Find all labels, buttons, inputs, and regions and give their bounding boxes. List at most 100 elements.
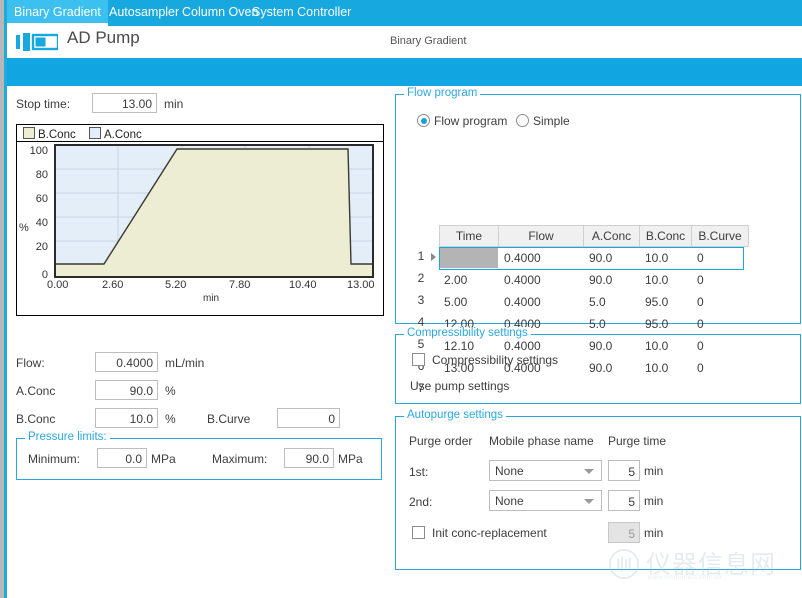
cell-bconc[interactable]: 10.0 (640, 248, 692, 270)
legend-swatch-bconc (23, 127, 35, 139)
col-header-bcurve[interactable]: B.Curve (692, 225, 749, 247)
init-conc-replacement-checkbox[interactable] (412, 526, 425, 539)
init-conc-replacement-label: Init conc-replacement (432, 526, 547, 540)
autopurge-row2-time-input[interactable]: 5 (608, 490, 640, 511)
pressure-max-input[interactable]: 90.0 (284, 448, 334, 468)
pressure-max-unit: MPa (338, 452, 363, 466)
chart-canvas (54, 144, 374, 278)
cell-flow[interactable]: 0.4000 (499, 248, 584, 270)
row-number: 2 (417, 271, 425, 285)
chevron-down-icon (584, 469, 594, 474)
compressibility-checkbox-label: Compressibility settings (432, 353, 559, 367)
autopurge-group: Autopurge settings Purge order Mobile ph… (395, 409, 801, 570)
autopurge-row2-phase-select[interactable]: None (489, 490, 602, 511)
bconc-label: B.Conc (16, 412, 56, 426)
row-number: 1 (417, 249, 425, 263)
autopurge-row1-time-unit: min (644, 464, 664, 478)
chart-xtick-13.00: 13.00 (347, 279, 375, 291)
autopurge-row2-order: 2nd: (409, 495, 433, 509)
mode-label: Binary Gradient (390, 35, 467, 47)
pressure-min-input[interactable]: 0.0 (97, 448, 147, 468)
row-selector-marker (431, 253, 436, 261)
cell-time[interactable]: 5.00 (439, 292, 467, 314)
compressibility-checkbox[interactable] (412, 353, 425, 366)
pump-icon (16, 33, 58, 51)
cell-aconc[interactable]: 5.0 (584, 314, 606, 336)
col-header-flow[interactable]: Flow (499, 225, 584, 247)
radio-simple[interactable] (516, 114, 529, 127)
col-header-aconc[interactable]: A.Conc (584, 225, 640, 247)
autopurge-row1-phase-select[interactable]: None (489, 460, 602, 481)
cell-aconc[interactable]: 90.0 (584, 270, 612, 292)
cell-bcurve[interactable]: 0 (692, 270, 704, 292)
bconc-unit: % (165, 412, 176, 426)
compressibility-note: Use pump settings (410, 379, 510, 393)
cell-bcurve[interactable]: 0 (692, 314, 704, 336)
bconc-input[interactable]: 10.0 (95, 408, 158, 428)
autopurge-row2-phase-value: None (495, 494, 524, 508)
legend-item-bconc[interactable]: B.Conc (23, 127, 76, 141)
legend-label-aconc: A.Conc (104, 129, 142, 141)
autopurge-row2-time-unit: min (644, 494, 664, 508)
compressibility-title: Compressibility settings (404, 327, 531, 339)
radio-flow-program[interactable] (417, 114, 430, 127)
col-header-bconc[interactable]: B.Conc (640, 225, 692, 247)
col-header-time[interactable]: Time (439, 225, 499, 247)
radio-simple-label: Simple (533, 114, 570, 128)
autopurge-title: Autopurge settings (404, 409, 506, 421)
pressure-limits-group: Pressure limits: Minimum: 0.0 MPa Maximu… (16, 431, 382, 480)
chart-plot-wrapper: 100 80 60 40 20 0 % 0.00 2.60 5.20 7.80 … (17, 143, 383, 314)
chart-xtick-2.60: 2.60 (102, 279, 124, 291)
autopurge-col-time: Purge time (608, 434, 667, 448)
pressure-min-unit: MPa (151, 452, 176, 466)
cell-bconc[interactable]: 95.0 (640, 292, 668, 314)
gradient-chart: B.Conc A.Conc 100 80 60 40 20 0 % 0.00 2… (16, 124, 384, 316)
stop-time-input[interactable]: 13.00 (92, 93, 157, 113)
cell-flow[interactable]: 0.4000 (499, 270, 541, 292)
autopurge-col-phase: Mobile phase name (489, 434, 594, 448)
init-conc-time-unit: min (644, 526, 664, 540)
tab-bar: Binary Gradient Autosampler Column Oven … (7, 0, 802, 26)
chart-xtick-5.20: 5.20 (165, 279, 187, 291)
status-banner (7, 58, 802, 86)
cell-time[interactable]: 2.00 (439, 270, 467, 292)
aconc-label: A.Conc (16, 384, 56, 398)
aconc-unit: % (165, 384, 176, 398)
tab-autosampler[interactable]: Autosampler (102, 0, 186, 26)
cell-aconc[interactable]: 5.0 (584, 292, 606, 314)
flow-program-title: Flow program (404, 87, 481, 99)
tab-binary-gradient[interactable]: Binary Gradient (7, 0, 108, 26)
row-number: 3 (417, 293, 425, 307)
legend-label-bconc: B.Conc (38, 129, 76, 141)
cell-bcurve[interactable]: 0 (692, 292, 704, 314)
main-content: Stop time: 13.00 min B.Conc A.Conc 100 8… (7, 86, 802, 598)
cell-bcurve[interactable]: 0 (692, 248, 749, 270)
autopurge-row1-phase-value: None (495, 464, 524, 478)
bcurve-input[interactable]: 0 (277, 408, 340, 428)
autopurge-row1-order: 1st: (409, 465, 429, 479)
legend-swatch-aconc (89, 127, 101, 139)
chart-legend: B.Conc A.Conc (17, 125, 383, 142)
pressure-max-label: Maximum: (212, 452, 268, 466)
pressure-limits-title: Pressure limits: (25, 431, 110, 443)
aconc-input[interactable]: 90.0 (95, 380, 158, 400)
cell-aconc[interactable]: 90.0 (584, 248, 640, 270)
cell-time[interactable] (439, 248, 499, 270)
stop-time-label: Stop time: (16, 97, 71, 111)
chart-x-axis-label: min (203, 293, 220, 304)
stop-time-unit: min (164, 97, 184, 111)
legend-item-aconc[interactable]: A.Conc (89, 127, 142, 141)
cell-bconc[interactable]: 10.0 (640, 270, 668, 292)
header-bar: AD Pump Binary Gradient (7, 26, 802, 58)
chart-xtick-0: 0.00 (47, 279, 69, 291)
compressibility-group: Compressibility settings Compressibility… (395, 327, 801, 404)
flow-input[interactable]: 0.4000 (95, 352, 158, 372)
autopurge-row1-time-input[interactable]: 5 (608, 460, 640, 481)
init-conc-time-input: 5 (608, 522, 640, 543)
cell-flow[interactable]: 0.4000 (499, 292, 541, 314)
flow-unit: mL/min (165, 356, 205, 370)
cell-bconc[interactable]: 95.0 (640, 314, 668, 336)
radio-flow-program-label: Flow program (434, 114, 508, 128)
autopurge-col-order: Purge order (409, 434, 473, 448)
tab-system-controller[interactable]: System Controller (245, 0, 358, 26)
